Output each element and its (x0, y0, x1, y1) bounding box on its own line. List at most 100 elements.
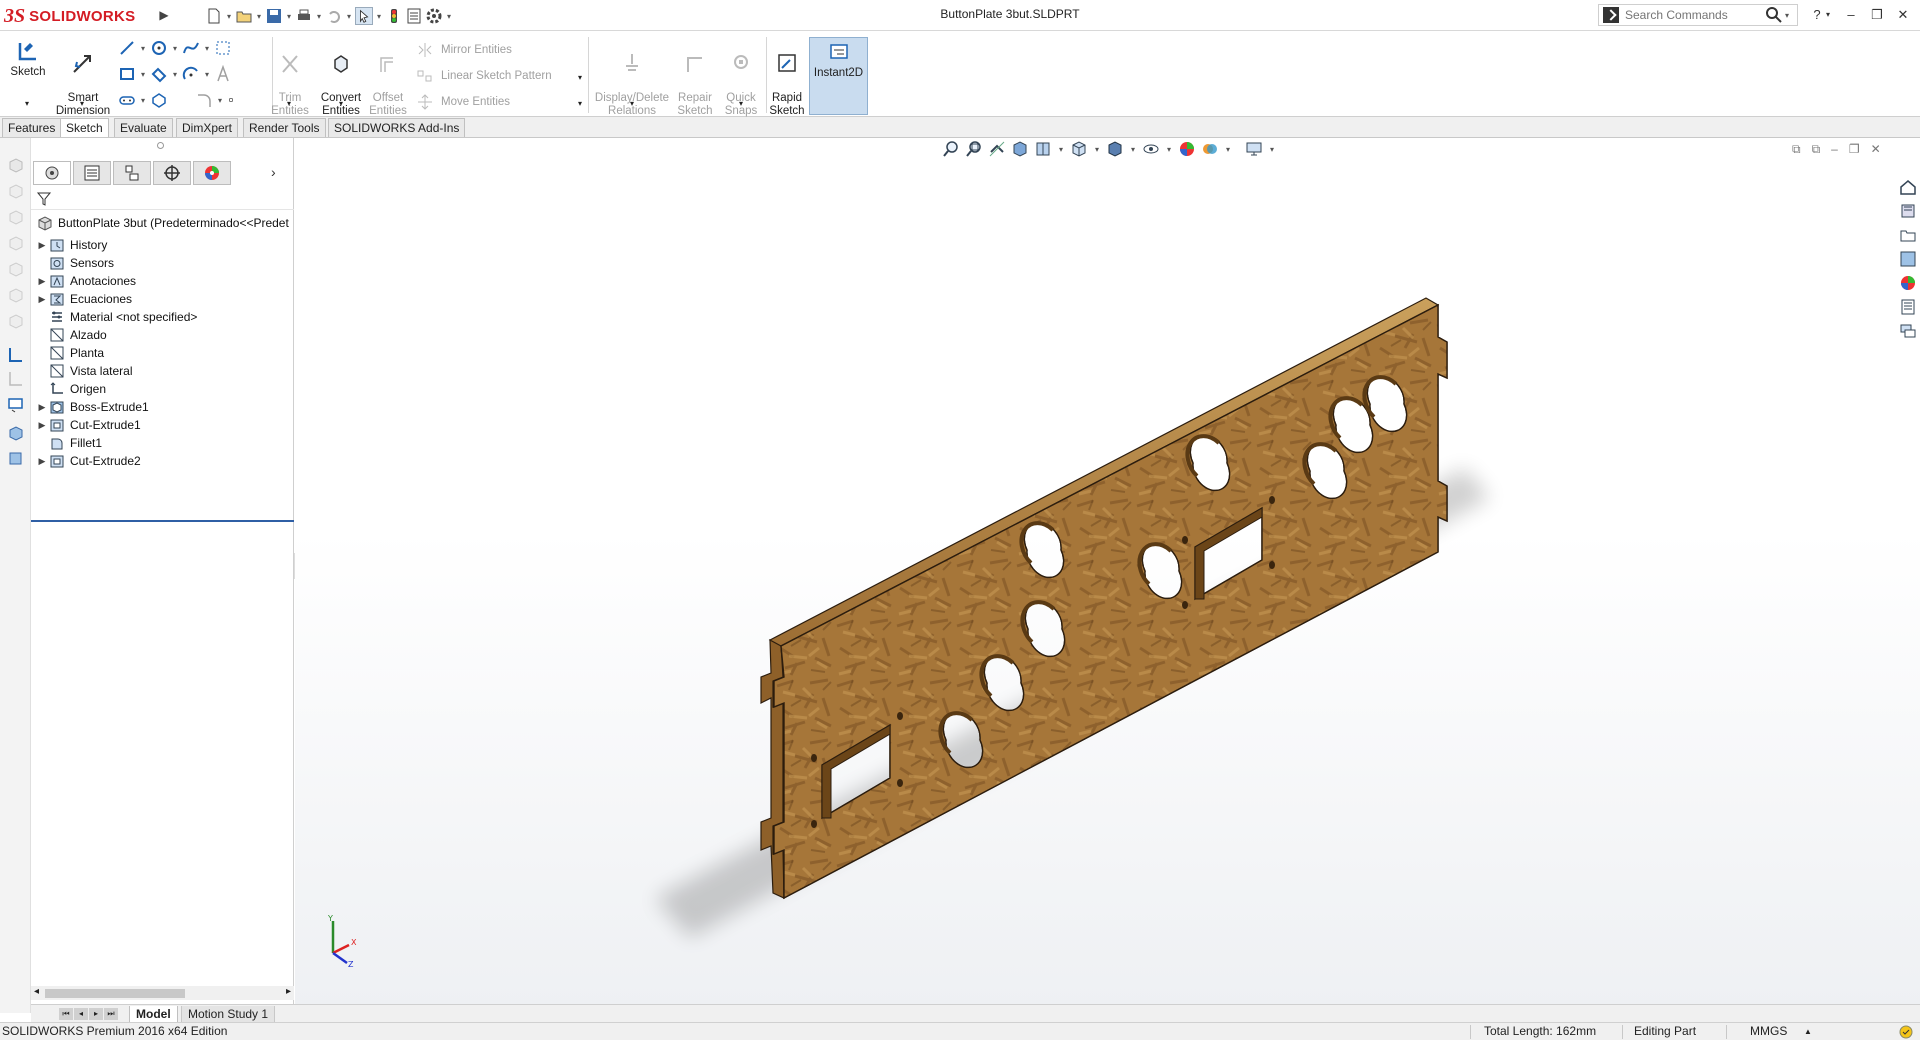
tab-first-icon[interactable]: ⏮ (59, 1008, 73, 1020)
search-input[interactable] (1625, 8, 1765, 22)
offset-entities-button[interactable]: Offset Entities (368, 39, 408, 118)
tab-features[interactable]: Features (2, 118, 62, 137)
forum-icon[interactable] (1899, 322, 1917, 340)
unit-system-dropdown-icon[interactable]: ▲ (1804, 1023, 1812, 1040)
pattern-dropdown-icon[interactable]: ▾ (574, 71, 586, 84)
tab-motion-study-1[interactable]: Motion Study 1 (181, 1006, 276, 1023)
view-palette-icon[interactable] (1899, 250, 1917, 268)
construction-geometry-icon[interactable] (214, 39, 232, 57)
instant-dimension-icon[interactable] (7, 396, 24, 413)
circle-dropdown-icon[interactable]: ▾ (171, 44, 179, 53)
sketch-dropdown-icon[interactable]: ▾ (20, 97, 34, 110)
close-button[interactable]: ✕ (1892, 6, 1914, 24)
move-dropdown-icon[interactable]: ▾ (574, 97, 586, 110)
tab-next-icon[interactable]: ▸ (89, 1008, 103, 1020)
linear-sketch-pattern-button[interactable]: Linear Sketch Pattern (416, 67, 552, 85)
scroll-left-icon[interactable]: ◂ (34, 986, 39, 997)
minimize-button[interactable]: – (1840, 6, 1862, 24)
spline-dropdown-icon[interactable]: ▾ (203, 44, 211, 53)
rectangle-icon[interactable] (118, 65, 136, 83)
text-icon[interactable] (214, 65, 232, 83)
open-folder-icon[interactable] (235, 7, 253, 25)
snaps-dropdown-icon[interactable]: ▾ (734, 97, 748, 110)
line-dropdown-icon[interactable]: ▾ (139, 44, 147, 53)
select-icon[interactable] (355, 7, 373, 25)
curves-icon[interactable] (7, 450, 24, 467)
extruded-boss-icon[interactable] (7, 156, 24, 173)
rebuild-icon[interactable] (385, 7, 403, 25)
appearances-scenes-icon[interactable] (1899, 274, 1917, 292)
tab-evaluate[interactable]: Evaluate (114, 118, 173, 137)
instant2d-button[interactable]: Instant2D (809, 37, 868, 115)
tab-dimxpert-manager[interactable] (153, 161, 191, 185)
search-icon[interactable] (1765, 6, 1783, 24)
search-commands-box[interactable]: ▾ (1598, 4, 1798, 26)
polygon-icon[interactable] (150, 91, 168, 109)
extruded-cut-icon[interactable] (7, 286, 24, 303)
spline-icon[interactable] (182, 39, 200, 57)
boundary-boss-icon[interactable] (7, 260, 24, 277)
reference-geometry-icon[interactable] (7, 424, 24, 441)
tab-solidworks-addins[interactable]: SOLIDWORKS Add-Ins (328, 118, 466, 137)
revolved-boss-icon[interactable] (7, 182, 24, 199)
rebuild-status-icon[interactable] (1898, 1024, 1914, 1040)
expand-arrow-icon[interactable]: ▶ (35, 456, 49, 467)
custom-properties-icon[interactable] (1899, 298, 1917, 316)
tab-sketch[interactable]: Sketch (60, 118, 109, 137)
undo-dropdown-icon[interactable]: ▾ (345, 12, 353, 21)
file-explorer-icon[interactable] (1899, 226, 1917, 244)
search-dropdown-icon[interactable]: ▾ (1783, 11, 1791, 20)
slot-icon[interactable] (150, 65, 168, 83)
tab-render-tools[interactable]: Render Tools (243, 118, 326, 137)
sketch-shortcut-icon[interactable] (7, 346, 24, 363)
repair-sketch-button[interactable]: Repair Sketch (674, 39, 716, 118)
rapid-sketch-button[interactable]: Rapid Sketch (767, 39, 807, 118)
trim-dropdown-icon[interactable]: ▾ (282, 97, 296, 110)
tab-model[interactable]: Model (129, 1006, 178, 1023)
scroll-thumb[interactable] (45, 989, 185, 998)
tree-horizontal-scrollbar[interactable]: ◂ ▸ (31, 986, 294, 1000)
swept-boss-icon[interactable] (7, 208, 24, 225)
tab-last-icon[interactable]: ⏭ (104, 1008, 118, 1020)
circle-icon[interactable] (150, 39, 168, 57)
help-dropdown-icon[interactable]: ▾ (1822, 6, 1834, 24)
save-icon[interactable] (265, 7, 283, 25)
rectangle-dropdown-icon[interactable]: ▾ (139, 70, 147, 79)
arc-icon[interactable] (182, 65, 200, 83)
panel-grip-icon[interactable] (157, 142, 164, 149)
move-entities-button[interactable]: Move Entities (416, 93, 510, 111)
tree-item[interactable]: ▶ Cut-Extrude2 (31, 450, 294, 472)
expand-arrow-icon[interactable]: ▶ (35, 294, 49, 305)
expand-arrow-icon[interactable]: ▶ (35, 276, 49, 287)
fillet-tool-icon[interactable] (7, 312, 24, 329)
relations-dropdown-icon[interactable]: ▾ (625, 97, 639, 110)
rollback-bar[interactable] (31, 520, 294, 522)
file-properties-icon[interactable] (405, 7, 423, 25)
tab-configuration-manager[interactable] (113, 161, 151, 185)
panel-expand-arrow-icon[interactable]: › (271, 164, 276, 180)
tab-prev-icon[interactable]: ◂ (74, 1008, 88, 1020)
expand-arrow-icon[interactable]: ▶ (35, 402, 49, 413)
sketch-button[interactable]: Sketch (6, 39, 50, 79)
new-dropdown-icon[interactable]: ▾ (225, 12, 233, 21)
tab-dimxpert[interactable]: DimXpert (176, 118, 239, 137)
graphics-area[interactable]: ▾ ▾ ▾ ▾ ▾ ▾ ⧉ ⧉ – ❐ ✕ Y X Z (295, 138, 1920, 1013)
3d-sketch-icon[interactable] (7, 370, 24, 387)
arc-dropdown-icon[interactable]: ▾ (203, 70, 211, 79)
straight-slot-icon[interactable] (118, 91, 136, 109)
line-icon[interactable] (118, 39, 136, 57)
expand-arrow-icon[interactable]: ▶ (35, 240, 49, 251)
smart-dimension-dropdown-icon[interactable]: ▾ (75, 97, 89, 110)
unit-system-selector[interactable]: MMGS (1750, 1023, 1787, 1040)
print-icon[interactable] (295, 7, 313, 25)
options-dropdown-icon[interactable]: ▾ (445, 12, 453, 21)
solidworks-logo[interactable]: 3S SOLIDWORKS (4, 2, 154, 30)
filter-funnel-icon[interactable] (36, 191, 52, 207)
point-icon[interactable] (227, 91, 239, 109)
sketch-fillet-icon[interactable] (195, 91, 213, 109)
tab-property-manager[interactable] (73, 161, 111, 185)
save-dropdown-icon[interactable]: ▾ (285, 12, 293, 21)
tab-display-manager[interactable] (193, 161, 231, 185)
print-dropdown-icon[interactable]: ▾ (315, 12, 323, 21)
mirror-entities-button[interactable]: Mirror Entities (416, 41, 512, 59)
